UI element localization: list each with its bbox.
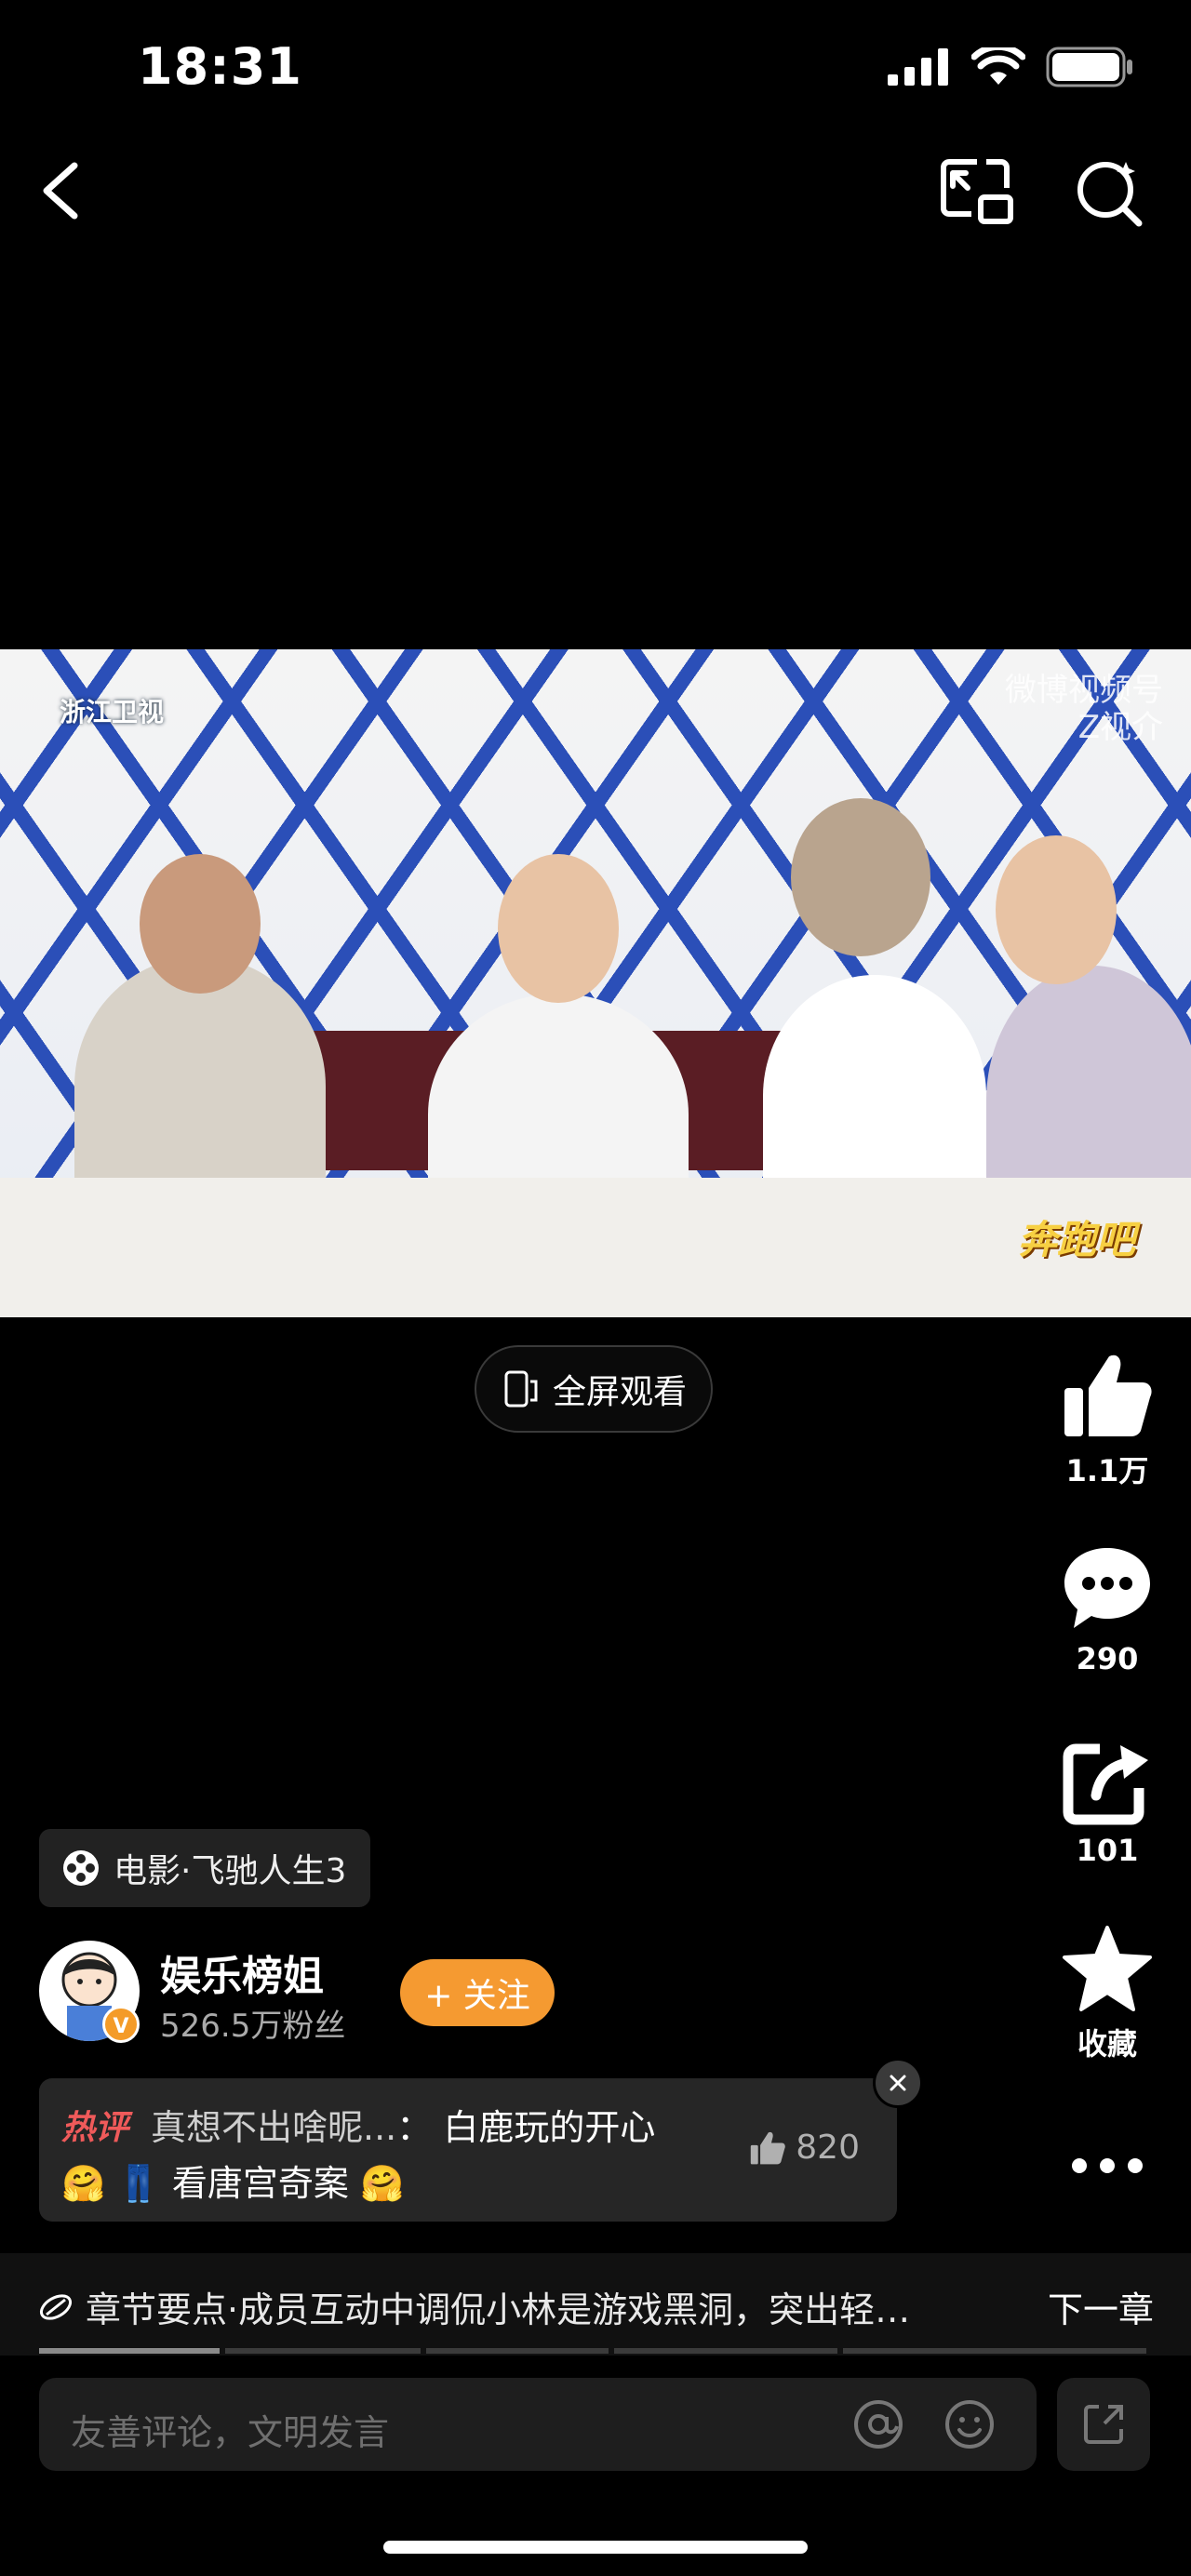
watermark-line1: 微博视频号 [1005, 672, 1163, 709]
thumbs-up-icon [751, 2131, 786, 2164]
next-chapter-button[interactable]: 下一章 [1048, 2281, 1154, 2332]
hot-comment-user: 真想不出啥昵... [151, 2107, 397, 2148]
comment-action[interactable]: 290 [1042, 1544, 1172, 1676]
expand-button[interactable] [1057, 2378, 1150, 2471]
phone-rotate-icon [504, 1370, 538, 1408]
comment-count: 290 [1076, 1641, 1139, 1676]
share-action[interactable]: 101 [1042, 1742, 1172, 1868]
status-icons [888, 47, 1133, 87]
watermark-line2: Z视介 [1077, 709, 1163, 746]
chapter-bar[interactable]: 章节要点·成员互动中调侃小林是游戏黑洞，突出轻… 下一章 [0, 2253, 1191, 2356]
signal-icon [888, 48, 948, 86]
picture-in-picture-icon[interactable] [940, 156, 1014, 225]
favorite-action[interactable]: 收藏 [1042, 1924, 1172, 2063]
author-fans: 526.5万粉丝 [160, 2008, 346, 2045]
chapter-icon [39, 2293, 73, 2320]
share-icon [1063, 1743, 1148, 1825]
wifi-icon [971, 47, 1025, 85]
chapter-segment [614, 2348, 837, 2354]
star-icon [1063, 1926, 1152, 2011]
emoji-face-icon: 🤗 [61, 2163, 106, 2204]
share-count: 101 [1076, 1833, 1139, 1868]
comment-bubble-icon [1064, 1548, 1150, 1628]
film-reel-icon [63, 1850, 99, 1886]
close-icon [890, 2075, 906, 2091]
battery-icon [1046, 47, 1132, 87]
related-movie-label: 电影·飞驰人生3 [114, 1852, 347, 1890]
expand-icon [1084, 2405, 1123, 2444]
hot-comment-card[interactable]: 热评 真想不出啥昵...： 白鹿玩的开心 🤗 👖 看唐宫奇案 🤗 820 [39, 2078, 897, 2222]
status-time: 18:31 [138, 37, 302, 96]
favorite-label: 收藏 [1077, 2026, 1137, 2062]
chapter-summary[interactable]: 章节要点·成员互动中调侃小林是游戏黑洞，突出轻… [37, 2281, 910, 2332]
emoji-icon[interactable] [943, 2398, 996, 2450]
chapter-segment [225, 2348, 421, 2354]
show-logo: 奔跑吧 [1017, 1217, 1135, 1262]
chapter-segment [426, 2348, 609, 2354]
hot-comment-like[interactable]: 820 [749, 2129, 860, 2167]
home-indicator[interactable] [383, 2541, 808, 2554]
chapter-segment [39, 2348, 220, 2354]
like-count: 1.1万 [1065, 1453, 1149, 1488]
search-icon[interactable] [1072, 154, 1146, 229]
like-action[interactable]: 1.1万 [1042, 1351, 1172, 1490]
hot-comment-tag: 热评 [61, 2109, 129, 2147]
back-icon[interactable] [33, 158, 89, 223]
hot-comment-line2: 🤗 👖 看唐宫奇案 🤗 [61, 2155, 404, 2206]
emoji-jeans-icon: 👖 [116, 2163, 161, 2204]
video-head-3 [791, 798, 930, 956]
hot-comment-likes: 820 [796, 2129, 860, 2167]
follow-button[interactable]: + 关注 [400, 1959, 555, 2026]
fullscreen-button[interactable]: 全屏观看 [475, 1345, 713, 1433]
video-scene-table [0, 1178, 1191, 1317]
comment-input[interactable]: 友善评论，文明发言 [39, 2378, 1037, 2471]
video-head-4 [996, 835, 1117, 984]
hot-comment-text2: 看唐宫奇案 [171, 2163, 349, 2204]
video-watermark: 微博视频号 Z视介 [1005, 672, 1163, 746]
author-name[interactable]: 娱乐榜姐 [160, 1942, 324, 2002]
emoji-face-icon: 🤗 [359, 2163, 405, 2204]
verified-badge: V [102, 2006, 140, 2043]
video-head-2 [498, 854, 619, 1003]
hot-comment-line1: 真想不出啥昵...： 白鹿玩的开心 [151, 2099, 655, 2150]
hot-comment-text1: ： 白鹿玩的开心 [396, 2107, 656, 2148]
more-icon[interactable] [1070, 2156, 1144, 2175]
chapter-progress[interactable] [39, 2348, 1152, 2354]
related-movie-chip[interactable]: 电影·飞驰人生3 [39, 1829, 371, 1907]
chapter-text: 章节要点·成员互动中调侃小林是游戏黑洞，突出轻… [86, 2289, 911, 2330]
chapter-segment [843, 2348, 1146, 2354]
fullscreen-label: 全屏观看 [552, 1373, 687, 1411]
channel-logo: 浙江卫视 [60, 697, 165, 727]
video-head-1 [140, 854, 261, 994]
thumbs-up-icon [1064, 1355, 1152, 1436]
comment-placeholder: 友善评论，文明发言 [71, 2412, 390, 2453]
hot-comment-close-button[interactable] [873, 2058, 923, 2108]
mention-icon[interactable] [852, 2398, 904, 2450]
video-player[interactable]: 浙江卫视 微博视频号 Z视介 奔跑吧 [0, 649, 1191, 1317]
